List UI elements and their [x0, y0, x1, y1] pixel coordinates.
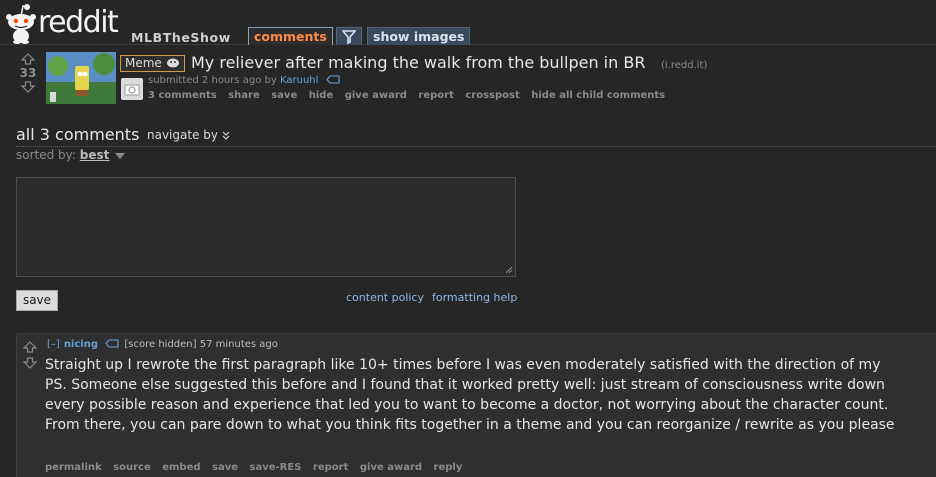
save-comment-link[interactable]: save — [212, 462, 238, 473]
comment-score: [score hidden] — [124, 339, 197, 350]
upvote-arrow-icon[interactable] — [21, 53, 35, 65]
snoo-alien-icon — [6, 4, 36, 44]
submitted-text: submitted 2 hours ago by — [148, 75, 280, 86]
sort-dropdown[interactable]: best — [80, 148, 110, 162]
comment-textarea[interactable] — [16, 177, 516, 277]
tab-comments[interactable]: comments — [248, 27, 333, 45]
give-award-comment-button[interactable]: give award — [360, 462, 422, 473]
save-res-button[interactable]: save-RES — [250, 462, 302, 473]
caret-down-icon[interactable] — [115, 153, 126, 159]
sorted-label: sorted by: — [16, 148, 80, 162]
comment-vote — [23, 341, 39, 369]
save-post-button[interactable]: save — [271, 90, 297, 101]
header-bar: reddit MLBTheShow comments show images — [0, 0, 936, 45]
post-domain[interactable]: (i.redd.it) — [661, 60, 707, 71]
report-button[interactable]: report — [418, 90, 453, 101]
post-thumbnail[interactable] — [46, 52, 116, 104]
logo-wordmark: reddit — [38, 5, 119, 40]
comment-author[interactable]: nicing — [64, 339, 98, 350]
tag-user-icon[interactable] — [105, 339, 119, 348]
comment-meta: [–] nicing [score hidden] 57 minutes ago — [47, 339, 278, 350]
double-chevron-icon — [222, 131, 230, 140]
downvote-arrow-icon[interactable] — [21, 81, 35, 93]
post-vote: 33 — [16, 53, 40, 93]
comment: [–] nicing [score hidden] 57 minutes ago … — [16, 333, 936, 477]
save-comment-button[interactable]: save — [16, 290, 58, 311]
comment-body: Straight up I rewrote the first paragrap… — [45, 357, 895, 433]
camera-icon — [121, 78, 143, 100]
tab-show-images[interactable]: show images — [367, 27, 471, 45]
post-flair: Meme — [120, 55, 185, 72]
comments-link[interactable]: 3 comments — [148, 90, 217, 101]
embed-button[interactable]: embed — [162, 462, 200, 473]
content-policy-link[interactable]: content policy — [346, 291, 424, 304]
tag-user-icon[interactable] — [325, 75, 340, 84]
tab-filter[interactable] — [336, 27, 362, 45]
collapse-toggle[interactable]: [–] — [47, 339, 60, 350]
report-comment-button[interactable]: report — [313, 462, 348, 473]
post-score: 33 — [19, 66, 37, 80]
permalink-button[interactable]: permalink — [45, 462, 102, 473]
hide-button[interactable]: hide — [309, 90, 334, 101]
crosspost-button[interactable]: crosspost — [465, 90, 519, 101]
give-award-button[interactable]: give award — [345, 90, 407, 101]
post-tagline: submitted 2 hours ago by Karuuhl — [148, 75, 340, 86]
downvote-arrow-icon[interactable] — [23, 357, 37, 369]
reply-button[interactable]: reply — [434, 462, 463, 473]
reddit-logo[interactable]: reddit — [4, 2, 120, 44]
comment-buttons: permalink source embed save save-RES rep… — [45, 462, 470, 473]
upvote-arrow-icon[interactable] — [23, 341, 37, 353]
post-author[interactable]: Karuuhl — [280, 75, 318, 86]
post-title[interactable]: My reliever after making the walk from t… — [191, 53, 645, 72]
filter-icon — [341, 30, 357, 45]
resize-grip-icon[interactable] — [505, 266, 513, 274]
flair-label: Meme — [125, 56, 162, 70]
subreddit-name[interactable]: MLBTheShow — [131, 30, 231, 45]
sort-menu: sorted by: best — [16, 148, 126, 162]
flair-emoji-icon — [166, 58, 179, 68]
formatting-help-link[interactable]: formatting help — [432, 291, 517, 304]
post-buttons: 3 comments share save hide give award re… — [148, 90, 673, 101]
comment-time: 57 minutes ago — [199, 339, 278, 350]
section-divider — [16, 146, 936, 147]
share-button[interactable]: share — [228, 90, 260, 101]
hide-child-comments-button[interactable]: hide all child comments — [531, 90, 665, 101]
navigate-by-dropdown[interactable]: navigate by — [147, 128, 230, 142]
comments-title: all 3 comments — [16, 125, 140, 144]
source-button[interactable]: source — [113, 462, 151, 473]
navigate-label: navigate by — [147, 128, 218, 142]
